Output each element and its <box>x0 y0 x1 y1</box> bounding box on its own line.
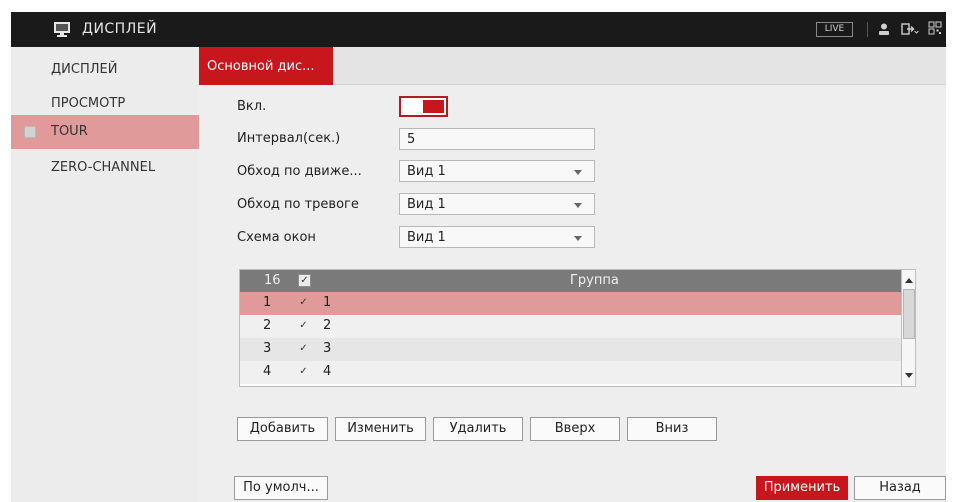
table-row[interactable]: 2 ✓ 2 <box>240 315 901 338</box>
table-row[interactable]: 3 ✓ 3 <box>240 338 901 361</box>
row-checkbox[interactable]: ✓ <box>297 366 310 379</box>
scroll-down-icon[interactable] <box>905 373 913 378</box>
row-number: 3 <box>263 341 272 356</box>
row-checkbox[interactable]: ✓ <box>297 320 310 333</box>
live-button[interactable]: LIVE <box>816 22 853 37</box>
group-column-header: Группа <box>570 273 619 288</box>
page-title: ДИСПЛЕЙ <box>82 21 158 37</box>
table-row[interactable]: 4 ✓ 4 <box>240 361 901 384</box>
back-button[interactable]: Назад <box>854 476 946 500</box>
group-count: 16 <box>264 273 281 288</box>
user-icon[interactable] <box>877 22 891 36</box>
alarm-tour-select[interactable]: Вид 1 <box>399 193 595 215</box>
monitor-icon <box>54 22 70 37</box>
enable-toggle[interactable] <box>399 96 448 117</box>
toggle-knob <box>423 100 444 113</box>
interval-label: Интервал(сек.) <box>237 131 341 146</box>
tab-bar: Основной дис... <box>199 47 946 85</box>
interval-input[interactable]: 5 <box>399 128 595 150</box>
sidebar-item-zero-channel[interactable]: ZERO-CHANNEL <box>11 151 199 185</box>
chevron-down-icon <box>574 203 582 208</box>
qr-code-icon[interactable] <box>928 21 942 36</box>
row-number: 4 <box>263 364 272 379</box>
row-number: 2 <box>263 318 272 333</box>
row-group-name: 3 <box>323 341 332 356</box>
sidebar-item-label: TOUR <box>51 124 88 139</box>
window-layout-select[interactable]: Вид 1 <box>399 226 595 248</box>
sidebar-item-display[interactable]: ДИСПЛЕЙ <box>11 53 199 87</box>
table-header: 16 ✓ Группа <box>240 270 901 292</box>
edit-button[interactable]: Изменить <box>335 417 426 441</box>
default-button[interactable]: По умолч... <box>234 476 328 500</box>
scroll-up-icon[interactable] <box>905 278 913 283</box>
add-button[interactable]: Добавить <box>237 417 328 441</box>
alarm-tour-value: Вид 1 <box>407 197 446 212</box>
row-group-name: 4 <box>323 364 332 379</box>
scrollbar-thumb[interactable] <box>903 289 915 339</box>
table-scrollbar[interactable] <box>901 270 915 386</box>
chevron-down-icon <box>574 170 582 175</box>
enable-label: Вкл. <box>237 99 267 114</box>
motion-tour-label: Обход по движе... <box>237 164 362 179</box>
alarm-tour-label: Обход по тревоге <box>237 197 359 212</box>
main-content: Основной дис... Вкл. Интервал(сек.) 5 Об… <box>199 47 946 502</box>
row-checkbox[interactable]: ✓ <box>297 343 310 356</box>
row-group-name: 2 <box>323 318 332 333</box>
window-layout-value: Вид 1 <box>407 230 446 245</box>
table-row[interactable]: 1 ✓ 1 <box>240 292 901 315</box>
window-layout-label: Схема окон <box>237 230 316 245</box>
exit-icon[interactable] <box>901 22 919 36</box>
chevron-right-icon <box>24 126 36 138</box>
sidebar-item-label: ДИСПЛЕЙ <box>51 62 118 77</box>
select-all-checkbox[interactable]: ✓ <box>298 274 311 287</box>
motion-tour-value: Вид 1 <box>407 164 446 179</box>
move-down-button[interactable]: Вниз <box>627 417 717 441</box>
top-bar: ДИСПЛЕЙ LIVE <box>11 12 946 47</box>
tab-main-display[interactable]: Основной дис... <box>199 47 333 85</box>
group-table: 16 ✓ Группа 1 ✓ 1 2 ✓ 2 3 ✓ 3 4 ✓ 4 <box>239 269 916 387</box>
row-number: 1 <box>263 295 272 310</box>
display-settings-window: ДИСПЛЕЙ LIVE ДИСПЛЕЙ ПРОСМОТР TOUR ZERO-… <box>0 0 957 502</box>
sidebar-item-tour[interactable]: TOUR <box>11 115 199 149</box>
move-up-button[interactable]: Вверх <box>530 417 620 441</box>
row-checkbox[interactable]: ✓ <box>297 297 310 310</box>
delete-button[interactable]: Удалить <box>433 417 523 441</box>
apply-button[interactable]: Применить <box>756 476 848 500</box>
chevron-down-icon <box>574 236 582 241</box>
sidebar-item-label: ZERO-CHANNEL <box>51 160 156 175</box>
sidebar: ДИСПЛЕЙ ПРОСМОТР TOUR ZERO-CHANNEL <box>11 47 199 502</box>
motion-tour-select[interactable]: Вид 1 <box>399 160 595 182</box>
sidebar-item-label: ПРОСМОТР <box>51 96 126 111</box>
top-separator <box>867 22 868 37</box>
row-group-name: 1 <box>323 295 332 310</box>
